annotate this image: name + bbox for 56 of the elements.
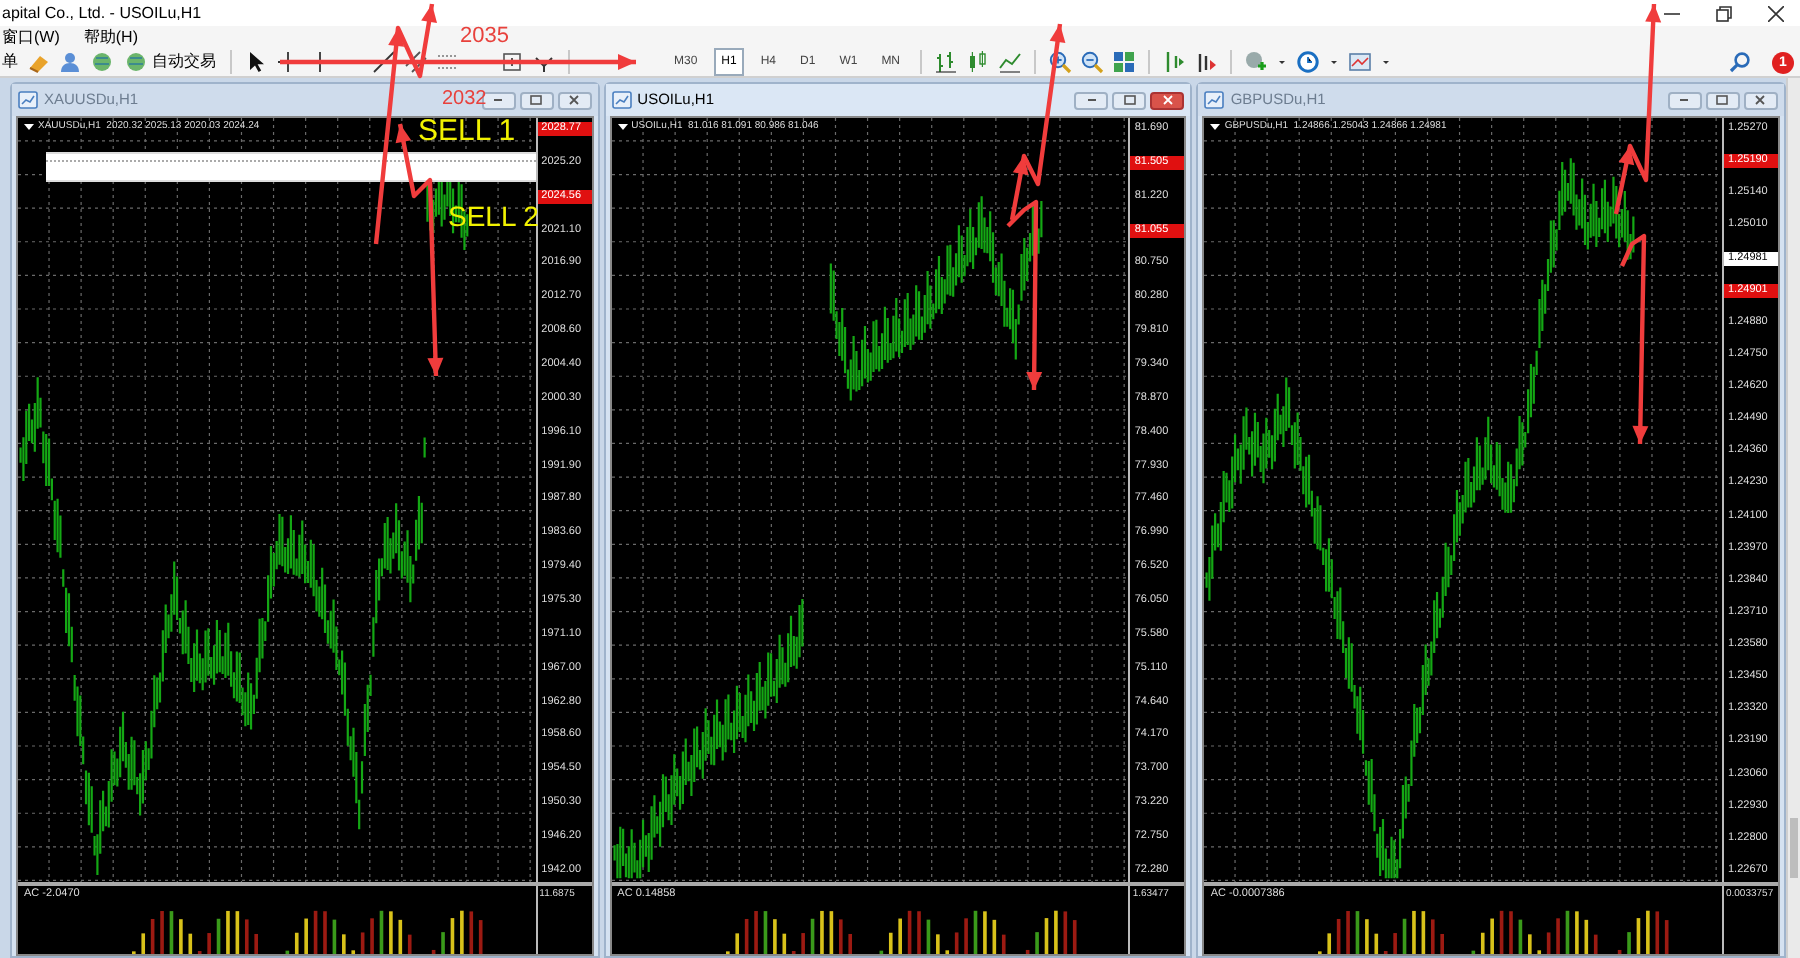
chart-annotation: 2035	[460, 26, 509, 48]
restore-icon[interactable]	[1716, 5, 1732, 21]
line-chart-icon[interactable]	[998, 50, 1023, 74]
maximize-button[interactable]	[1112, 91, 1147, 109]
person-icon[interactable]	[58, 50, 82, 74]
tile-windows-icon[interactable]	[1112, 50, 1137, 74]
chart-window-icon	[18, 90, 38, 110]
indicators-icon[interactable]	[1244, 50, 1269, 74]
close-button[interactable]	[1150, 91, 1185, 109]
chart-window[interactable]	[1196, 82, 1786, 958]
clock-icon[interactable]	[1296, 50, 1321, 74]
restore-icon	[1121, 94, 1138, 106]
template-icon[interactable]	[1348, 50, 1373, 74]
fibonacci-icon[interactable]	[436, 50, 460, 74]
autotrade-button[interactable]: 自动交易	[122, 50, 218, 74]
maximize-button[interactable]	[519, 91, 554, 109]
close-icon	[1752, 94, 1769, 106]
label-icon[interactable]	[500, 50, 524, 74]
bar-chart-icon[interactable]	[934, 50, 959, 74]
minimize-button[interactable]	[1667, 91, 1702, 109]
chart-window-icon	[611, 90, 632, 110]
chart-shift-icon[interactable]	[1194, 50, 1219, 74]
minimize-button[interactable]	[1074, 91, 1109, 109]
cursor-icon[interactable]	[244, 50, 268, 74]
globe-icon	[124, 50, 148, 74]
globe-icon[interactable]	[90, 50, 114, 74]
restore-icon	[528, 94, 545, 106]
trend-line-icon[interactable]	[372, 50, 396, 74]
toolbar-label: 单	[2, 54, 18, 70]
close-button[interactable]	[557, 91, 592, 109]
dropdown-icon[interactable]	[24, 123, 34, 131]
zoom-in-icon[interactable]	[1048, 50, 1073, 74]
zoom-out-icon[interactable]	[1080, 50, 1105, 74]
chart-annotation: SELL 1	[418, 116, 516, 146]
candle-chart-icon[interactable]	[966, 50, 991, 74]
chart-window-icon	[1204, 90, 1225, 110]
search-icon[interactable]	[1728, 50, 1752, 74]
menu-item[interactable]: 窗口(W)	[2, 29, 60, 45]
minimize-icon	[1676, 94, 1693, 106]
minimize-icon	[1083, 94, 1100, 106]
auto-scroll-icon[interactable]	[1162, 50, 1187, 74]
minimize-icon	[490, 94, 507, 106]
chart-window[interactable]	[603, 82, 1193, 958]
close-icon	[1159, 94, 1176, 106]
window-title: apital Co., Ltd. - USOILu,H1	[0, 5, 202, 21]
dropdown-icon[interactable]	[1210, 123, 1221, 131]
menu-item[interactable]: 帮助(H)	[83, 29, 138, 45]
restore-icon	[1714, 94, 1731, 106]
close-icon	[566, 94, 583, 106]
chart-annotation: 2032	[442, 90, 487, 110]
close-button[interactable]	[1743, 91, 1778, 109]
scrollbar[interactable]	[1786, 78, 1800, 958]
close-icon[interactable]	[1768, 5, 1784, 21]
maximize-button[interactable]	[1705, 91, 1740, 109]
dropdown-icon[interactable]	[617, 123, 628, 131]
chart-window[interactable]	[10, 82, 600, 958]
